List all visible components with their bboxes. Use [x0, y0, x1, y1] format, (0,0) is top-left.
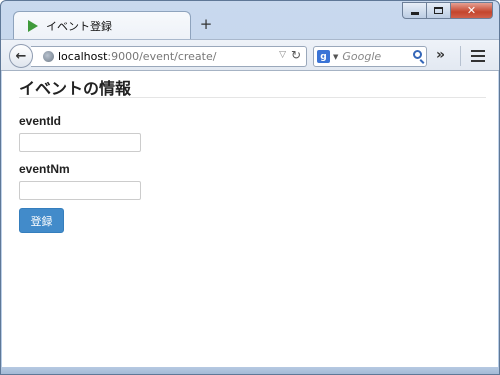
event-nm-label: eventNm: [19, 162, 70, 176]
google-icon[interactable]: g: [317, 50, 330, 63]
search-icon[interactable]: [413, 50, 422, 59]
maximize-button[interactable]: [427, 2, 451, 19]
play-icon: [28, 19, 38, 32]
register-button[interactable]: 登録: [19, 208, 64, 233]
toolbar-overflow-button[interactable]: »: [436, 47, 445, 63]
minimize-button[interactable]: [402, 2, 427, 19]
event-id-input[interactable]: [19, 133, 141, 152]
event-id-label: eventId: [19, 114, 62, 128]
active-tab[interactable]: イベント登録: [13, 11, 191, 39]
url-path: :9000/event/create/: [107, 50, 217, 63]
toolbar-separator: [460, 46, 461, 66]
close-button[interactable]: ✕: [451, 2, 493, 19]
history-dropdown-icon[interactable]: ▽: [279, 50, 286, 60]
window-controls: ✕: [402, 2, 493, 19]
event-nm-input[interactable]: [19, 181, 141, 200]
close-icon: ✕: [466, 4, 477, 17]
engine-dropdown-icon[interactable]: ▼: [333, 53, 338, 61]
title-divider: [19, 97, 486, 98]
minimize-icon: [410, 12, 419, 15]
window-bottom-border: [1, 367, 499, 374]
address-bar[interactable]: localhost :9000/event/create/ ▽ ↻: [31, 46, 307, 67]
tab-title: イベント登録: [46, 19, 112, 33]
search-placeholder: Google: [342, 50, 382, 63]
back-arrow-icon: ←: [15, 48, 27, 64]
search-box[interactable]: g ▼ Google: [313, 46, 427, 67]
navigation-toolbar: localhost :9000/event/create/ ▽ ↻ ← g ▼ …: [1, 39, 499, 71]
hamburger-menu-icon[interactable]: [471, 50, 485, 62]
page-content: イベントの情報 eventId eventNm 登録: [2, 71, 498, 369]
page-title: イベントの情報: [19, 79, 132, 98]
globe-icon: [43, 51, 54, 62]
reload-icon[interactable]: ↻: [291, 48, 301, 62]
back-button[interactable]: ←: [9, 44, 33, 68]
browser-window: イベント登録 + ✕ localhost :9000/event/create/…: [0, 0, 500, 375]
url-host: localhost: [58, 50, 108, 63]
new-tab-button[interactable]: +: [199, 17, 213, 32]
tab-strip: イベント登録 + ✕: [1, 1, 499, 41]
maximize-icon: [434, 7, 443, 14]
